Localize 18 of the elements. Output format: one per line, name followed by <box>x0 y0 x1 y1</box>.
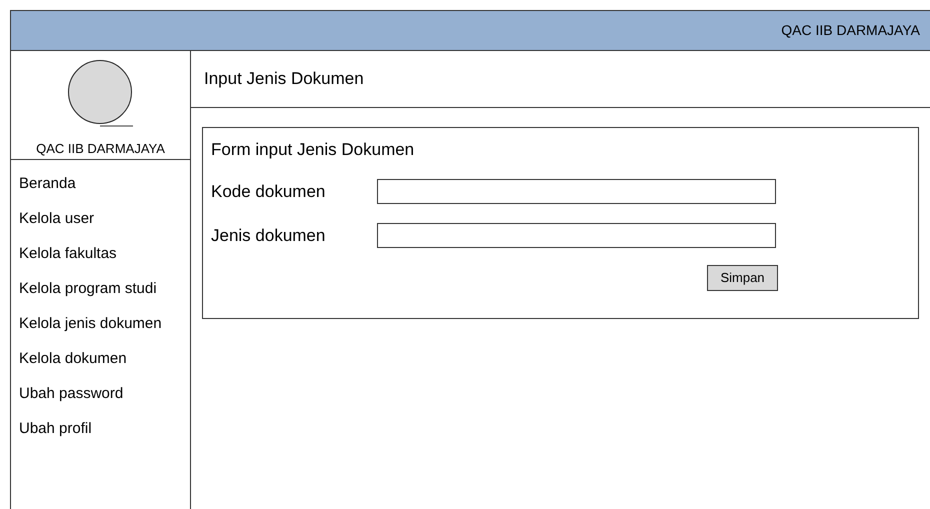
form-title: Form input Jenis Dokumen <box>211 139 416 161</box>
avatar-icon <box>68 60 134 127</box>
sidebar-item[interactable]: Kelola fakultas <box>19 243 190 264</box>
header-title: QAC IIB DARMAJAYA <box>781 21 920 40</box>
sidebar-title: QAC IIB DARMAJAYA <box>36 140 165 158</box>
field-label: Jenis dokumen <box>211 225 326 247</box>
sidebar-item[interactable]: Ubah profil <box>19 418 190 439</box>
save-button[interactable]: Simpan <box>707 264 778 290</box>
input-field[interactable] <box>377 223 776 248</box>
page-title: Input Jenis Dokumen <box>204 68 364 90</box>
input-field[interactable] <box>377 178 776 204</box>
sidebar-item[interactable]: Kelola program studi <box>19 278 190 299</box>
sidebar-item[interactable]: Kelola jenis dokumen <box>19 313 190 334</box>
sidebar-item[interactable]: Kelola user <box>19 208 190 229</box>
sidebar-item[interactable]: Beranda <box>19 173 190 194</box>
sidebar-item[interactable]: Ubah password <box>19 383 190 404</box>
sidebar-item[interactable]: Kelola dokumen <box>19 348 190 369</box>
field-label: Kode dokumen <box>211 180 326 202</box>
